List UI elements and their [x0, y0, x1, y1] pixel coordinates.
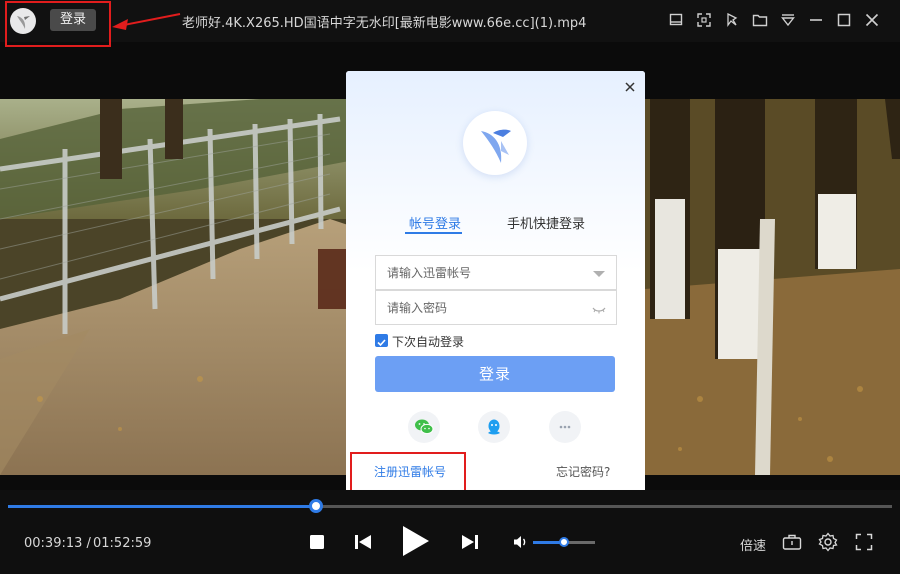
volume-handle[interactable]: [559, 537, 569, 547]
account-input[interactable]: [376, 256, 616, 289]
toolbox-icon[interactable]: [782, 533, 802, 551]
settings-icon[interactable]: [818, 532, 838, 552]
progress-bar[interactable]: [8, 499, 892, 513]
qq-icon: [488, 419, 500, 435]
close-icon[interactable]: [863, 11, 881, 29]
pin-icon[interactable]: [723, 11, 741, 29]
folder-icon[interactable]: [751, 11, 769, 29]
maximize-icon[interactable]: [835, 11, 853, 29]
title-bar: 登录 老师好.4K.X265.HD国语中字无水印[最新电影www.66e.cc]…: [0, 0, 900, 47]
login-dialog: 帐号登录 手机快捷登录 下次自动登录 登录: [346, 71, 645, 511]
tab-account-login[interactable]: 帐号登录: [409, 213, 461, 232]
play-icon[interactable]: [400, 524, 432, 558]
progress-played: [8, 505, 316, 508]
auto-login-label: 下次自动登录: [392, 335, 465, 349]
annotation-box-register: [350, 452, 466, 492]
screenshot-icon[interactable]: [695, 11, 713, 29]
playback-speed-button[interactable]: 倍速: [740, 535, 766, 554]
xunlei-logo-icon: [463, 111, 527, 175]
video-file-title: 老师好.4K.X265.HD国语中字无水印[最新电影www.66e.cc](1)…: [182, 16, 587, 31]
account-field[interactable]: [375, 255, 617, 290]
volume-icon[interactable]: [513, 535, 529, 549]
annotation-box-login: [5, 1, 111, 47]
stop-icon[interactable]: [309, 534, 325, 550]
annotation-arrow: [110, 10, 182, 38]
playback-controls: 00:39:13 / 01:52:59 倍速: [0, 490, 900, 574]
current-time: 00:39:13 /: [24, 536, 91, 551]
previous-icon[interactable]: [354, 533, 372, 551]
player-window: 登录 老师好.4K.X265.HD国语中字无水印[最新电影www.66e.cc]…: [0, 0, 900, 574]
next-icon[interactable]: [461, 533, 479, 551]
tab-phone-login[interactable]: 手机快捷登录: [507, 213, 585, 232]
progress-handle[interactable]: [308, 499, 323, 513]
hide-password-icon[interactable]: [592, 301, 606, 315]
total-time: 01:52:59: [93, 536, 152, 551]
mini-player-icon[interactable]: [667, 11, 685, 29]
menu-icon[interactable]: [779, 11, 797, 29]
wechat-icon: [415, 419, 434, 435]
active-tab-indicator: [405, 232, 462, 234]
auto-login-checkbox[interactable]: [375, 334, 388, 347]
dialog-close-icon[interactable]: [623, 79, 637, 93]
chevron-down-icon[interactable]: [592, 266, 606, 280]
password-input[interactable]: [376, 291, 616, 324]
fullscreen-icon[interactable]: [855, 533, 873, 551]
qq-login-button[interactable]: [478, 411, 510, 443]
forgot-password-link[interactable]: 忘记密码?: [556, 463, 610, 480]
volume-slider[interactable]: [533, 537, 595, 547]
wechat-login-button[interactable]: [408, 411, 440, 443]
login-submit-button[interactable]: 登录: [375, 356, 615, 392]
more-icon: [559, 425, 571, 429]
more-login-button[interactable]: [549, 411, 581, 443]
password-field[interactable]: [375, 290, 617, 325]
minimize-icon[interactable]: [807, 11, 825, 29]
